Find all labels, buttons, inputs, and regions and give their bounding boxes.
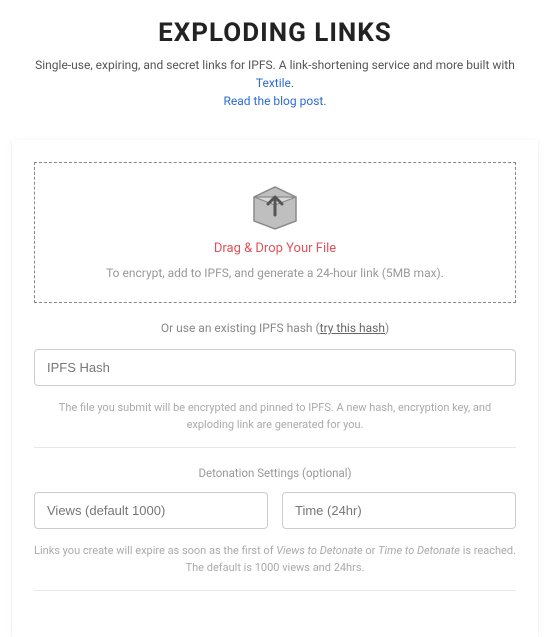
detonation-row — [34, 492, 516, 529]
page-subtitle: Single-use, expiring, and secret links f… — [30, 56, 520, 110]
detonation-label: Detonation Settings (optional) — [34, 466, 516, 480]
footer-pre: Links you create will expire as soon as … — [34, 544, 276, 557]
hash-help-text: The file you submit will be encrypted an… — [34, 400, 516, 433]
upload-icon — [250, 185, 300, 231]
or-line-pre: Or use an existing IPFS hash ( — [161, 321, 320, 335]
footer-em1: Views to Detonate — [276, 544, 362, 557]
page-title: EXPLODING LINKS — [30, 18, 520, 48]
or-use-hash-line: Or use an existing IPFS hash (try this h… — [34, 321, 516, 335]
main-card: Drag & Drop Your File To encrypt, add to… — [12, 140, 538, 637]
subtitle-text-post: . — [291, 76, 294, 90]
blog-post-link[interactable]: Read the blog post. — [224, 94, 327, 108]
file-dropzone[interactable]: Drag & Drop Your File To encrypt, add to… — [34, 162, 516, 303]
footer-mid: or — [363, 544, 378, 557]
page-header: EXPLODING LINKS Single-use, expiring, an… — [0, 0, 550, 120]
separator-bottom — [34, 590, 516, 591]
or-line-post: ) — [385, 321, 389, 335]
try-hash-link[interactable]: try this hash — [320, 321, 385, 335]
ipfs-hash-input[interactable] — [34, 349, 516, 386]
separator — [34, 447, 516, 448]
time-input[interactable] — [282, 492, 516, 529]
views-input[interactable] — [34, 492, 268, 529]
detonation-help-text: Links you create will expire as soon as … — [34, 543, 516, 576]
dropzone-subtitle: To encrypt, add to IPFS, and generate a … — [45, 266, 505, 280]
footer-em2: Time to Detonate — [378, 544, 460, 557]
dropzone-title: Drag & Drop Your File — [45, 241, 505, 256]
subtitle-text-pre: Single-use, expiring, and secret links f… — [35, 58, 515, 72]
textile-link[interactable]: Textile — [256, 76, 291, 90]
